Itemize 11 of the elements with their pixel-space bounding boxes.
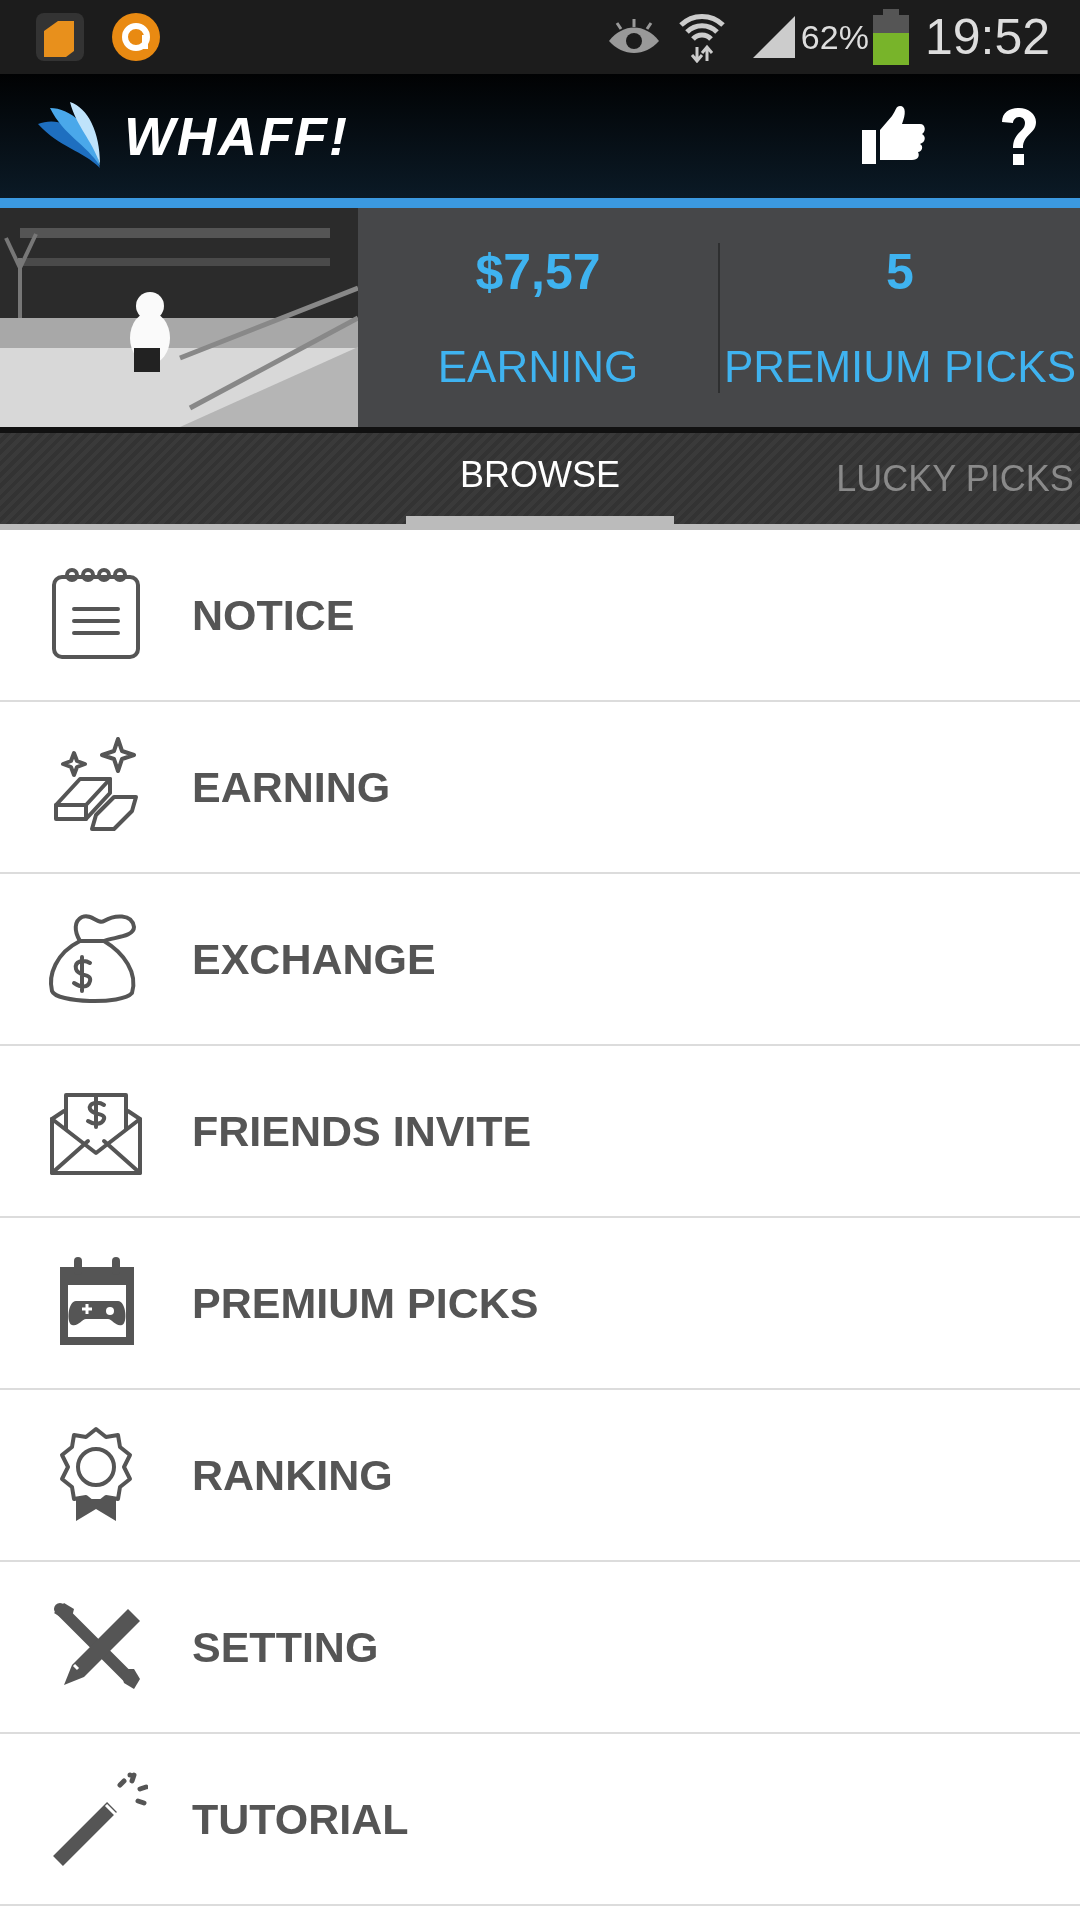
battery-icon bbox=[872, 9, 909, 65]
like-button[interactable] bbox=[862, 106, 926, 166]
app-notification-icon bbox=[110, 11, 162, 63]
app-title: WHAFF! bbox=[124, 104, 349, 168]
stat-label: PREMIUM PICKS bbox=[723, 341, 1076, 393]
clock-time: 19:52 bbox=[924, 7, 1050, 67]
stat-value: 5 bbox=[886, 243, 914, 302]
notification-icon bbox=[34, 11, 86, 63]
stat-value: $7,57 bbox=[475, 243, 601, 302]
battery-percentage: 62% bbox=[800, 16, 869, 58]
stat-label: EARNING bbox=[437, 341, 639, 393]
